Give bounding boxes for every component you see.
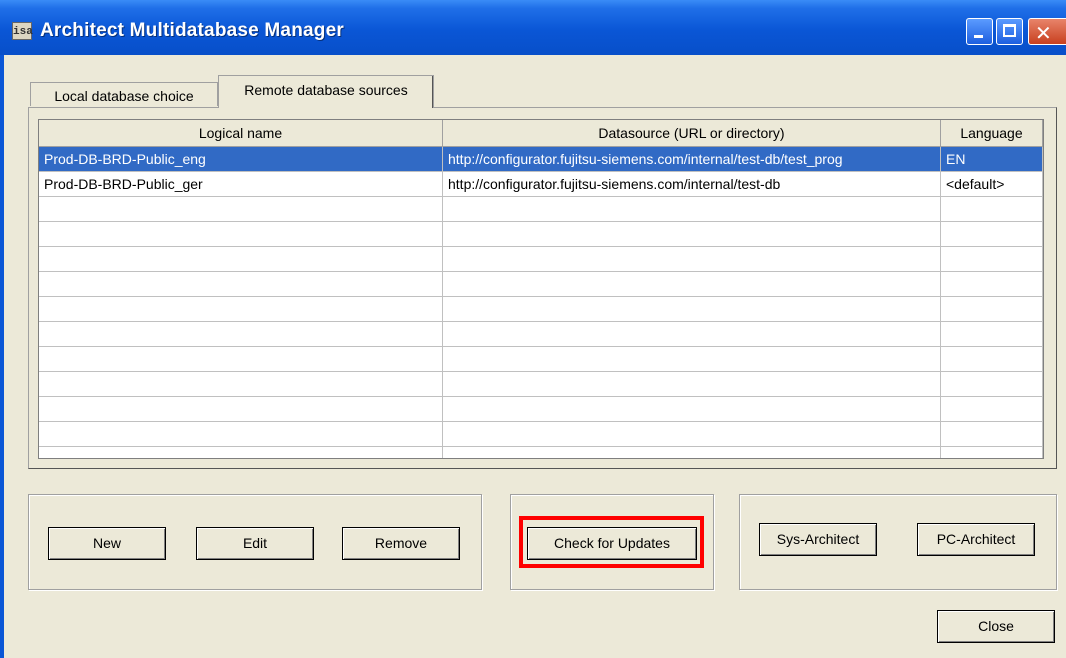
empty-cell [941,297,1043,322]
column-header-logical-name[interactable]: Logical name [39,120,443,147]
close-icon: ✕ [1035,21,1052,45]
cell-datasource: http://configurator.fujitsu-siemens.com/… [443,147,941,172]
sys-architect-button[interactable]: Sys-Architect [759,523,877,556]
empty-cell [941,422,1043,447]
empty-cell [443,422,941,447]
empty-cell [941,347,1043,372]
column-header-language[interactable]: Language [941,120,1043,147]
cell-datasource: http://configurator.fujitsu-siemens.com/… [443,172,941,197]
app-window: isa Architect Multidatabase Manager ✕ Lo… [0,0,1066,658]
empty-cell [443,222,941,247]
maximize-icon [1003,24,1016,37]
cell-logical-name: Prod-DB-BRD-Public_ger [39,172,443,197]
empty-cell [39,322,443,347]
empty-table-row[interactable] [39,247,1043,272]
minimize-button[interactable] [966,18,993,45]
table-row[interactable]: Prod-DB-BRD-Public_eng http://configurat… [39,147,1043,172]
title-bar[interactable]: isa Architect Multidatabase Manager ✕ [0,0,1066,55]
cell-language: EN [941,147,1043,172]
empty-cell [39,272,443,297]
empty-cell [443,297,941,322]
edit-button[interactable]: Edit [196,527,314,560]
pc-architect-button[interactable]: PC-Architect [917,523,1035,556]
empty-table-row[interactable] [39,322,1043,347]
highlight-box [519,516,704,568]
minimize-icon [974,35,983,38]
empty-cell [39,347,443,372]
cell-logical-name: Prod-DB-BRD-Public_eng [39,147,443,172]
maximize-button[interactable] [996,18,1023,45]
empty-table-row[interactable] [39,297,1043,322]
empty-cell [941,322,1043,347]
empty-cell [443,347,941,372]
empty-table-row[interactable] [39,422,1043,447]
column-header-datasource[interactable]: Datasource (URL or directory) [443,120,941,147]
empty-table-row[interactable] [39,222,1043,247]
window-title: Architect Multidatabase Manager [40,20,344,41]
close-button[interactable]: Close [937,610,1055,643]
empty-cell [941,222,1043,247]
table-row[interactable]: Prod-DB-BRD-Public_ger http://configurat… [39,172,1043,197]
empty-cell [941,247,1043,272]
empty-cell [941,447,1043,458]
empty-table-row[interactable] [39,447,1043,458]
empty-table-row[interactable] [39,397,1043,422]
empty-table-row[interactable] [39,372,1043,397]
empty-cell [39,397,443,422]
empty-cell [443,272,941,297]
app-icon: isa [12,22,33,40]
empty-cell [443,197,941,222]
empty-cell [39,222,443,247]
cell-language: <default> [941,172,1043,197]
datasource-table[interactable]: Logical name Datasource (URL or director… [38,119,1044,459]
empty-table-row[interactable] [39,197,1043,222]
empty-cell [941,372,1043,397]
empty-cell [941,272,1043,297]
empty-cell [443,322,941,347]
empty-cell [39,447,443,458]
empty-cell [443,372,941,397]
empty-table-row[interactable] [39,272,1043,297]
empty-cell [39,247,443,272]
empty-cell [443,247,941,272]
close-window-button[interactable]: ✕ [1028,18,1066,45]
new-button[interactable]: New [48,527,166,560]
tab-local-database-choice[interactable]: Local database choice [30,82,218,106]
empty-cell [39,372,443,397]
empty-cell [941,197,1043,222]
empty-cell [941,397,1043,422]
empty-table-row[interactable] [39,347,1043,372]
empty-cell [39,197,443,222]
empty-cell [39,297,443,322]
remove-button[interactable]: Remove [342,527,460,560]
tab-remote-database-sources[interactable]: Remote database sources [218,75,434,108]
empty-cell [443,447,941,458]
empty-cell [39,422,443,447]
empty-cell [443,397,941,422]
